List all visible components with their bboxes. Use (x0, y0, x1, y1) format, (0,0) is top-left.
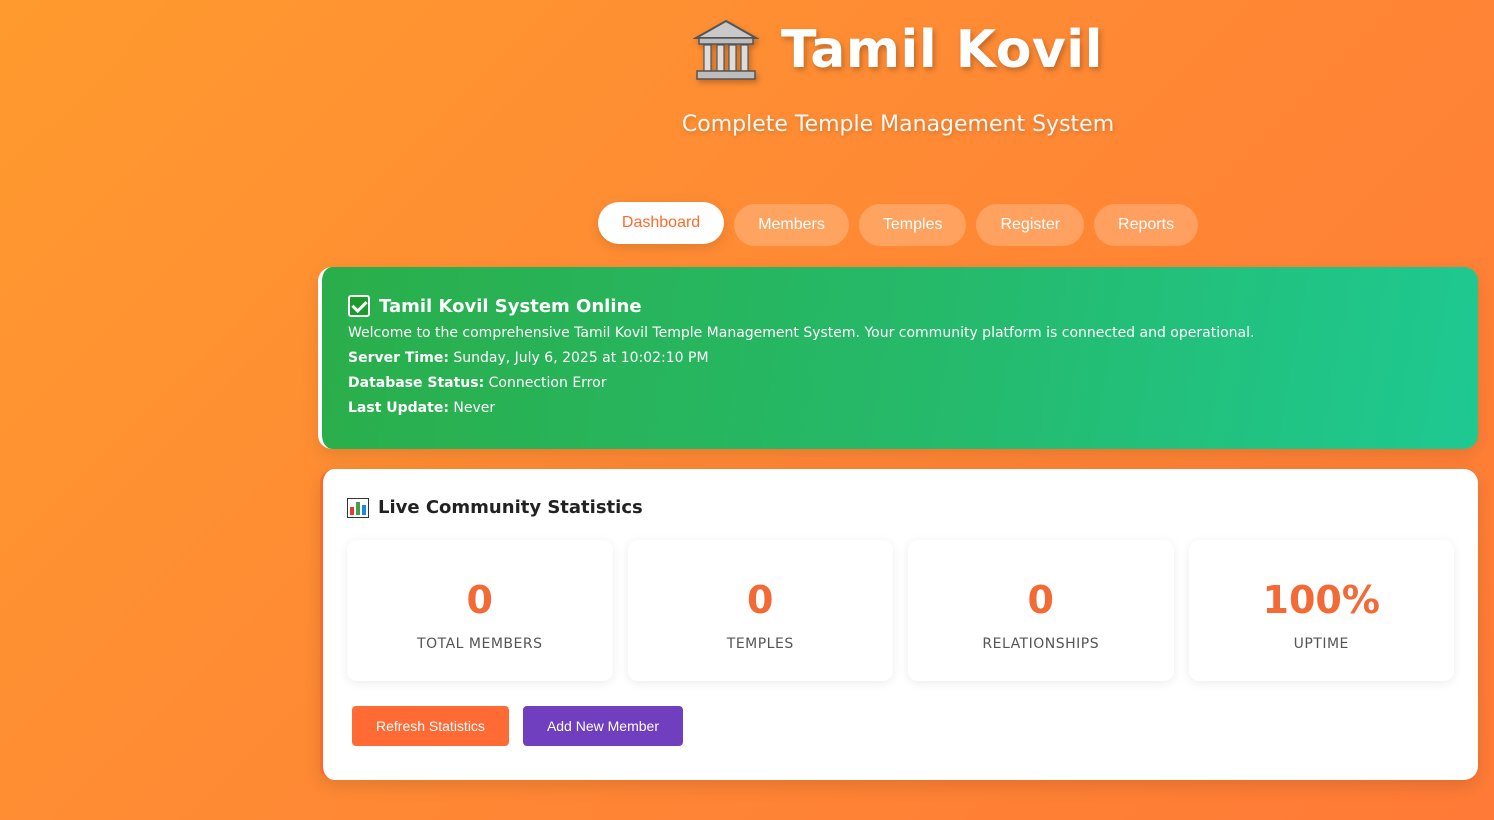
last-update: Last Update: Never (348, 400, 1452, 416)
stat-relationships: 0 RELATIONSHIPS (908, 540, 1174, 681)
server-time: Server Time: Sunday, July 6, 2025 at 10:… (348, 350, 1452, 366)
system-status-card: Tamil Kovil System Online Welcome to the… (318, 267, 1478, 449)
status-description: Welcome to the comprehensive Tamil Kovil… (348, 325, 1255, 341)
stat-uptime: 100% UPTIME (1188, 540, 1454, 681)
stat-value: 100% (1262, 578, 1380, 622)
server-time-value: Sunday, July 6, 2025 at 10:02:10 PM (453, 350, 709, 366)
app-subtitle: Complete Temple Management System (681, 112, 1115, 137)
community-statistics-card: Live Community Statistics 0 TOTAL MEMBER… (320, 469, 1478, 780)
check-mark-icon (348, 295, 370, 317)
last-update-label: Last Update: (348, 400, 449, 416)
database-status-value: Connection Error (488, 375, 607, 391)
stats-title: Live Community Statistics (347, 497, 1454, 518)
stat-total-members: 0 TOTAL MEMBERS (347, 540, 613, 681)
last-update-value: Never (453, 400, 496, 416)
stat-value: 0 (466, 578, 493, 622)
stats-grid: 0 TOTAL MEMBERS 0 TEMPLES 0 RELATIONSHIP… (347, 540, 1454, 681)
database-status-label: Database Status: (348, 375, 485, 391)
status-title: Tamil Kovil System Online (348, 295, 1452, 317)
stats-title-text: Live Community Statistics (378, 497, 643, 518)
stat-label: RELATIONSHIPS (982, 636, 1100, 652)
app-header: Tamil Kovil Complete Temple Management S… (318, 18, 1478, 137)
bar-chart-icon (347, 497, 369, 518)
classical-building-icon (692, 18, 760, 82)
main-nav: Dashboard Members Temples Register Repor… (318, 202, 1478, 246)
status-title-text: Tamil Kovil System Online (379, 295, 642, 317)
stat-label: TOTAL MEMBERS (417, 636, 543, 652)
tab-dashboard[interactable]: Dashboard (597, 202, 725, 244)
app-title: Tamil Kovil (318, 18, 1478, 82)
tab-register[interactable]: Register (976, 204, 1085, 246)
stat-label: UPTIME (1293, 636, 1349, 652)
stats-actions: Refresh Statistics Add New Member (352, 706, 1454, 746)
tab-members[interactable]: Members (734, 204, 849, 246)
database-status: Database Status: Connection Error (348, 375, 1452, 391)
server-time-label: Server Time: (348, 350, 449, 366)
tab-temples[interactable]: Temples (858, 204, 967, 246)
stat-value: 0 (747, 578, 774, 622)
app-title-text: Tamil Kovil (781, 20, 1103, 80)
stat-value: 0 (1027, 578, 1054, 622)
refresh-statistics-button[interactable]: Refresh Statistics (352, 706, 509, 746)
add-new-member-button[interactable]: Add New Member (522, 706, 683, 746)
tab-reports[interactable]: Reports (1094, 204, 1199, 246)
stat-temples: 0 TEMPLES (627, 540, 893, 681)
stat-label: TEMPLES (726, 636, 794, 652)
